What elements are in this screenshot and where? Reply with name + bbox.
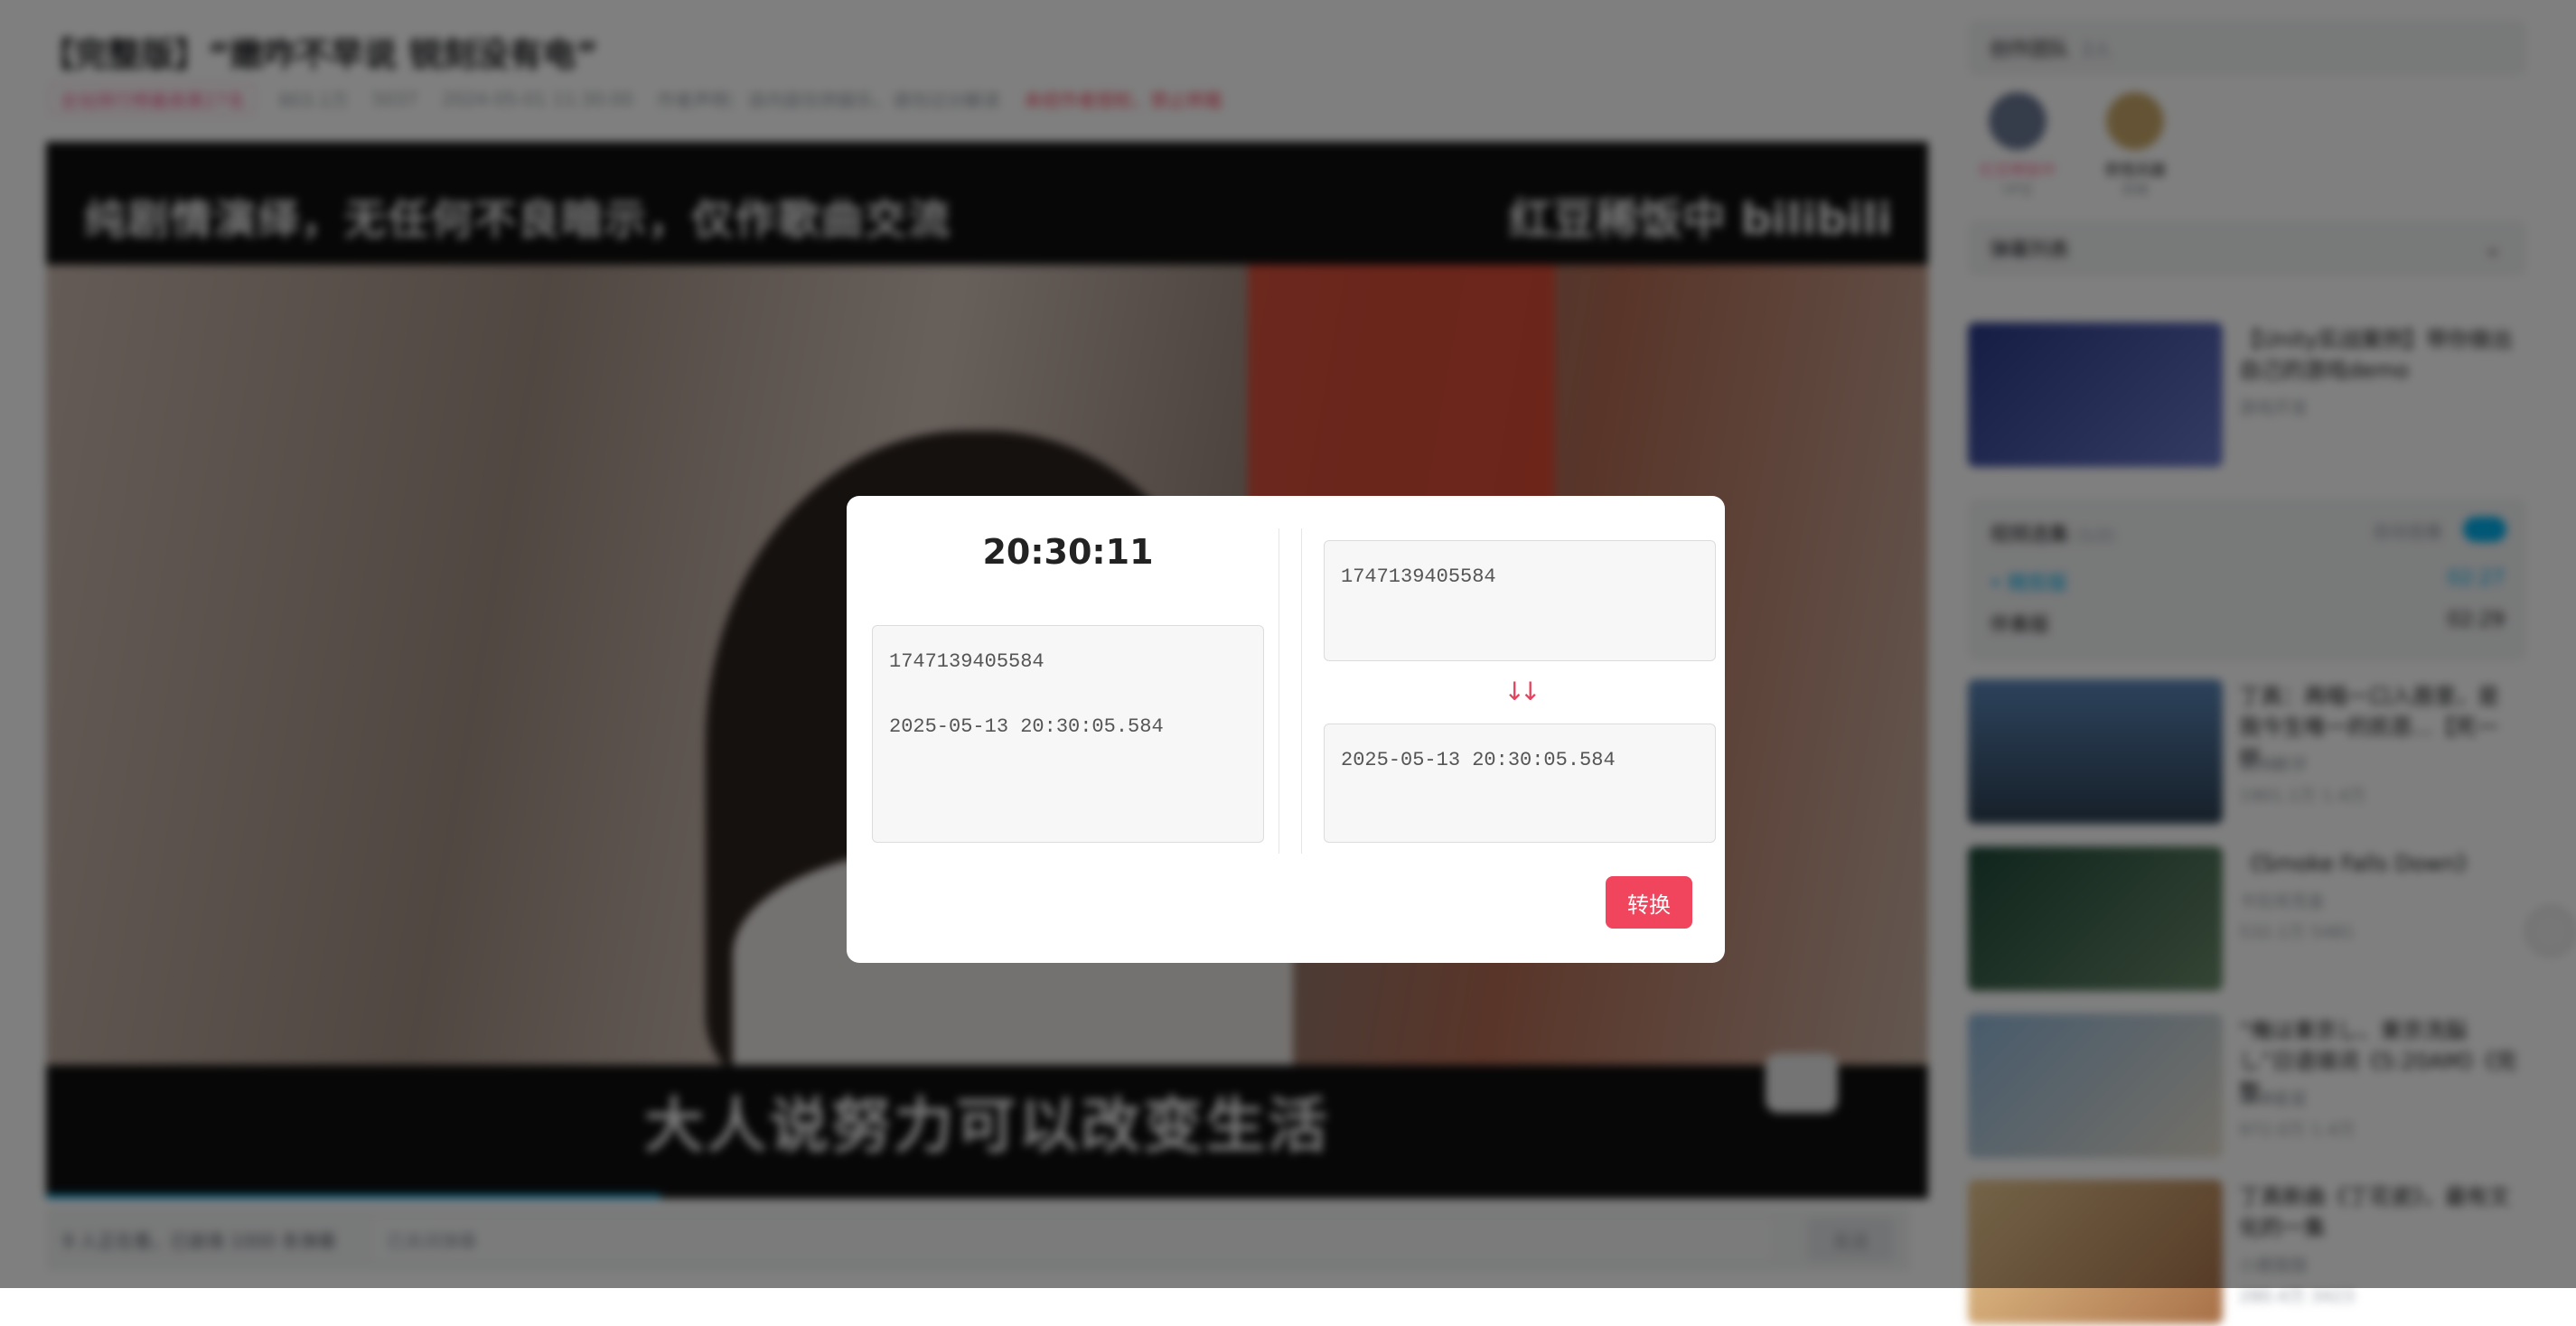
timestamp-input[interactable]: 1747139405584 [1324, 540, 1716, 661]
current-timestamp-box[interactable]: 1747139405584 2025-05-13 20:30:05.584 [872, 625, 1264, 843]
swap-arrows-icon[interactable]: ↓↓ [1479, 677, 1560, 706]
column-divider [1301, 528, 1302, 854]
timestamp-converter-dialog: 20:30:11 1747139405584 2025-05-13 20:30:… [847, 496, 1725, 963]
convert-button[interactable]: 转换 [1606, 876, 1692, 929]
datetime-output[interactable]: 2025-05-13 20:30:05.584 [1324, 724, 1716, 843]
current-time: 20:30:11 [982, 532, 1154, 572]
left-column: 20:30:11 [872, 527, 1264, 581]
